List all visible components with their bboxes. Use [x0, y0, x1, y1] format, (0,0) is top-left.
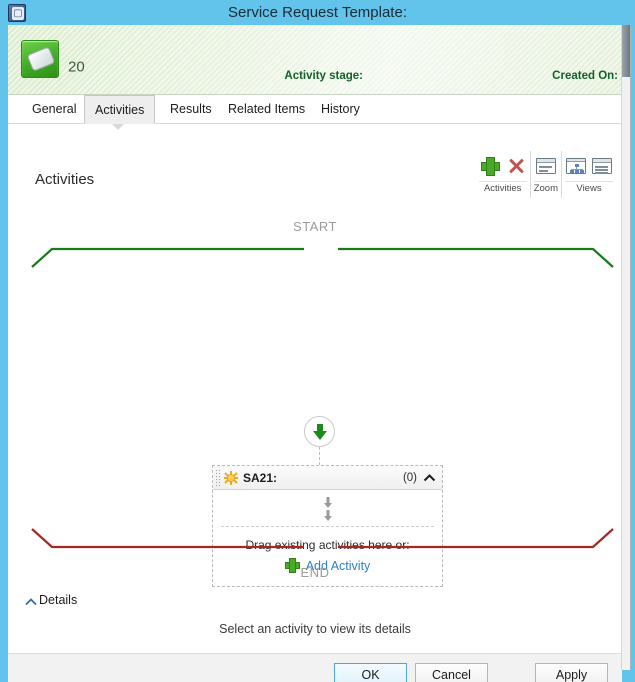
ok-button[interactable]: OK	[334, 663, 407, 682]
list-view-icon[interactable]	[591, 155, 613, 177]
apply-button[interactable]: Apply	[535, 663, 608, 682]
insert-arrow-icon	[323, 510, 332, 521]
end-label: END	[300, 565, 330, 580]
tab-history[interactable]: History	[311, 95, 370, 124]
details-label: Details	[39, 593, 78, 607]
record-header: 20 Activity stage: Request Offering: Cre…	[8, 25, 622, 95]
start-arrow-icon	[312, 423, 327, 440]
toolbar-group-zoom: Zoom	[531, 151, 562, 198]
toolbar-group-views: Views	[562, 151, 616, 198]
drag-handle[interactable]	[215, 469, 221, 487]
tree-view-icon[interactable]	[565, 155, 587, 177]
activity-group-name: SA21:	[243, 471, 278, 485]
title-bar: ▢ Service Request Template:	[0, 0, 635, 25]
tab-general[interactable]: General	[22, 95, 86, 124]
toolbar-caption-views: Views	[565, 181, 613, 195]
add-activity-icon[interactable]	[479, 155, 501, 177]
chevron-up-icon[interactable]	[25, 597, 37, 607]
chevron-up-icon[interactable]	[423, 472, 436, 484]
details-empty-message: Select an activity to view its details	[219, 622, 411, 636]
scrollbar-thumb[interactable]	[622, 25, 630, 77]
delete-activity-icon[interactable]	[505, 155, 527, 177]
page-title: Activities	[35, 171, 95, 188]
details-toggle[interactable]: Details	[8, 591, 622, 613]
workflow-canvas[interactable]: START SA21: (0) Drag existing activities…	[8, 199, 622, 591]
start-node[interactable]	[304, 416, 335, 447]
activity-group-header[interactable]: SA21: (0)	[213, 466, 442, 490]
service-request-template-dialog: ▢ Service Request Template: 20 Activity …	[0, 0, 635, 682]
record-type-icon-shape	[26, 46, 56, 72]
window-title: Service Request Template:	[228, 4, 407, 21]
toolbar-caption-zoom: Zoom	[533, 181, 558, 194]
created-on-label: Created On:	[552, 70, 618, 82]
cancel-button[interactable]: Cancel	[415, 663, 488, 682]
start-label: START	[293, 219, 337, 234]
zoom-window-icon[interactable]	[535, 155, 557, 177]
tab-related-items[interactable]: Related Items	[218, 95, 315, 124]
dialog-body: 20 Activity stage: Request Offering: Cre…	[8, 25, 631, 682]
start-to-activity-connector	[319, 447, 320, 465]
insert-arrow-icon	[323, 497, 332, 508]
end-band	[31, 528, 614, 549]
toolbar-group-activities: Activities	[476, 151, 531, 198]
vertical-scrollbar[interactable]	[621, 25, 630, 670]
sequential-activity-icon	[224, 471, 238, 485]
dialog-footer: OK Cancel Apply	[8, 653, 622, 682]
selected-tab-pointer	[112, 124, 124, 130]
activity-group-count: (0)	[402, 472, 417, 484]
tab-activities[interactable]: Activities	[84, 95, 156, 124]
toolbar-caption-activities: Activities	[478, 181, 527, 195]
start-band	[31, 247, 614, 268]
tab-results[interactable]: Results	[160, 95, 222, 124]
details-panel: Select an activity to view its details	[8, 613, 622, 653]
tab-strip: General Activities Results Related Items…	[8, 95, 622, 124]
activities-toolbar: Activities Zoom Views	[476, 151, 616, 198]
